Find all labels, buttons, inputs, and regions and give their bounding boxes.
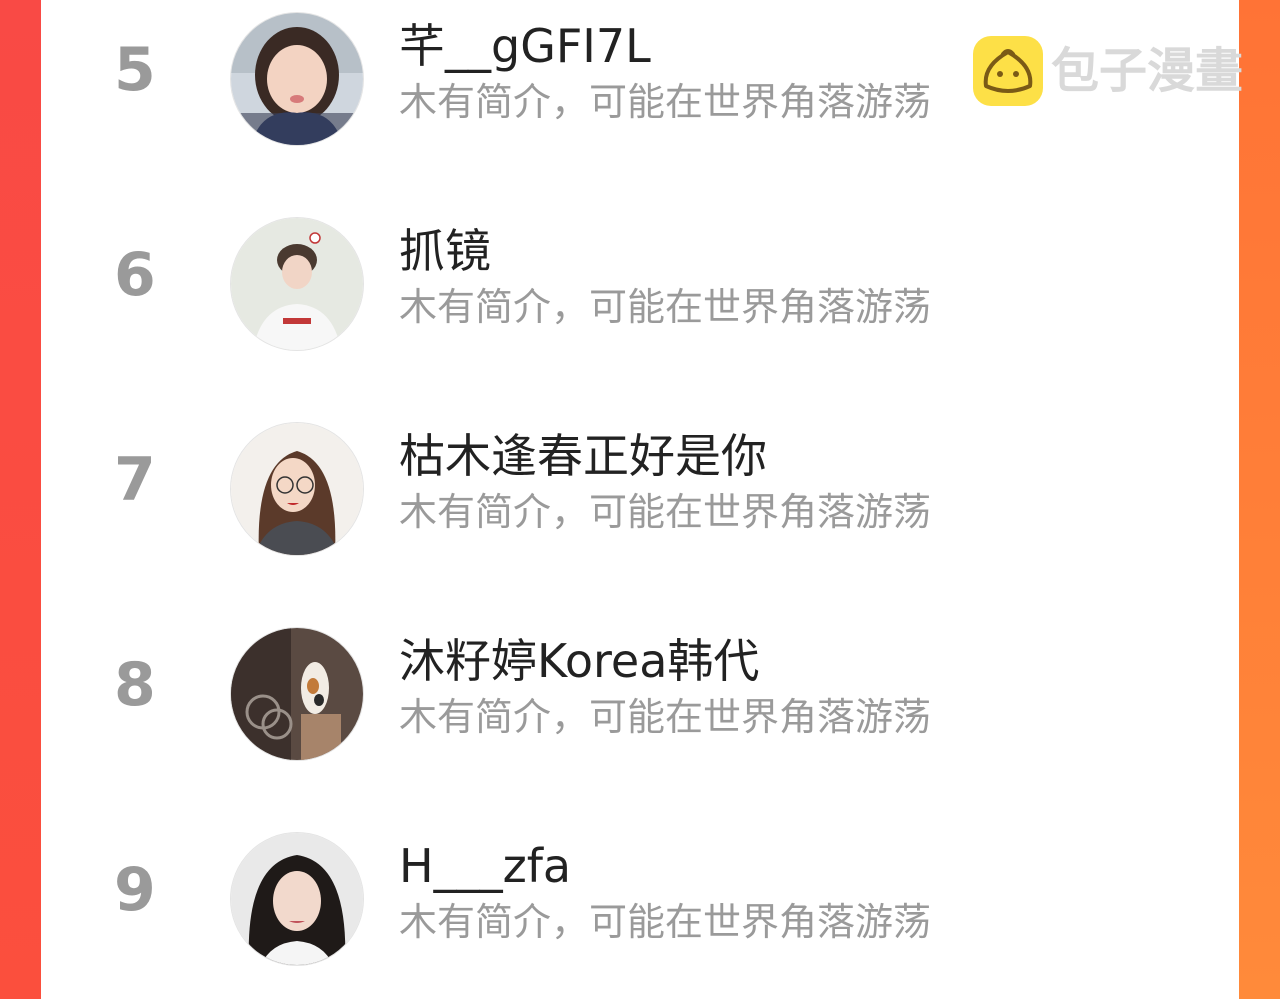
avatar[interactable] <box>231 218 363 350</box>
list-item[interactable]: 6 抓镜 木有简介，可能在世界角落游荡 <box>41 205 1239 350</box>
user-name[interactable]: 芊__gGFI7L <box>399 16 651 76</box>
rank-number: 7 <box>114 445 156 515</box>
user-name[interactable]: H___zfa <box>399 836 571 896</box>
rank-number: 8 <box>114 650 156 720</box>
avatar-image <box>231 833 363 965</box>
avatar[interactable] <box>231 833 363 965</box>
user-bio: 木有简介，可能在世界角落游荡 <box>399 490 932 534</box>
rank-number: 6 <box>114 240 156 310</box>
left-frame <box>0 0 41 999</box>
user-bio: 木有简介，可能在世界角落游荡 <box>399 695 932 739</box>
user-name[interactable]: 枯木逢春正好是你 <box>399 426 767 486</box>
user-name[interactable]: 沐籽婷Korea韩代 <box>399 631 759 691</box>
avatar[interactable] <box>231 13 363 145</box>
avatar-image <box>231 218 363 350</box>
avatar[interactable] <box>231 423 363 555</box>
list-item[interactable]: 7 枯木逢春正好是你 木有简介，可能在世界角落游荡 <box>41 410 1239 555</box>
user-bio: 木有简介，可能在世界角落游荡 <box>399 285 932 329</box>
avatar-image <box>231 628 363 760</box>
right-frame <box>1239 0 1280 999</box>
user-name[interactable]: 抓镜 <box>399 221 491 281</box>
rank-number: 5 <box>114 35 156 105</box>
watermark-text: 包子漫畫 <box>1051 43 1244 99</box>
user-bio: 木有简介，可能在世界角落游荡 <box>399 900 932 944</box>
avatar-image <box>231 423 363 555</box>
rank-number: 9 <box>114 855 156 925</box>
watermark: 包子漫畫 <box>973 35 1243 107</box>
user-bio: 木有简介，可能在世界角落游荡 <box>399 80 932 124</box>
avatar[interactable] <box>231 628 363 760</box>
list-item[interactable]: 8 沐籽婷Korea韩代 木有简介，可能在世界角落游荡 <box>41 615 1239 760</box>
avatar-image <box>231 13 363 145</box>
bun-face-icon <box>973 36 1043 106</box>
ranking-list: 5 芊__gGFI7L 木有简介，可能在世界角落游荡 6 抓镜 木有简介，可能在… <box>41 0 1239 999</box>
list-item[interactable]: 9 H___zfa 木有简介，可能在世界角落游荡 <box>41 820 1239 965</box>
